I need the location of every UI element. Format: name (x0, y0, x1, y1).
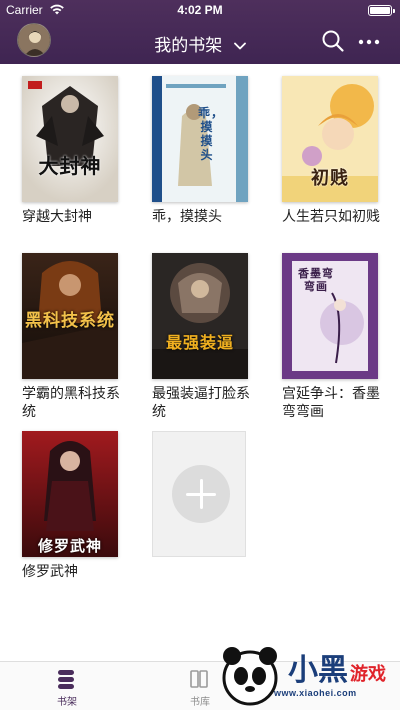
page-title: 我的书架 (154, 36, 223, 56)
book-title: 穿越大封神 (22, 209, 92, 225)
book-cover-art (22, 76, 118, 202)
add-book-button[interactable] (152, 431, 246, 557)
book-title: 修罗武神 (22, 564, 78, 580)
book-cover-title: 黑科技系统 (25, 311, 115, 331)
more-dots-icon[interactable] (357, 32, 381, 52)
book-item[interactable]: 初贱 人生若只如初贱 (282, 76, 380, 226)
book-title: 学霸的黑科技系统 (22, 386, 120, 420)
tab-bookshelf[interactable]: 书架 (0, 662, 134, 710)
book-item[interactable]: 修罗武神 修罗武神 (22, 431, 118, 581)
book-cover-title: 香墨弯弯画 (298, 267, 334, 293)
book-cover-title: 初贱 (311, 168, 349, 189)
book-item[interactable]: 黑科技系统 学霸的黑科技系统 (22, 253, 120, 421)
tab-bar: 书架 书库 (0, 661, 400, 710)
search-icon[interactable] (321, 29, 345, 53)
tab-library[interactable]: 书库 (133, 662, 267, 710)
book-cover: 乖，摸摸头 (152, 76, 248, 202)
status-bar: Carrier 4:02 PM (0, 0, 400, 20)
app-root: Carrier 4:02 PM 我的书架 大封神 穿越大封神 乖，摸摸头 乖，摸… (0, 0, 400, 710)
book-cover: 初贱 (282, 76, 378, 202)
book-cover-title: 修罗武神 (37, 537, 102, 555)
battery-icon (368, 5, 395, 16)
bookshelf-icon (58, 670, 74, 689)
chevron-down-icon (233, 42, 246, 50)
book-cover-title: 大封神 (38, 154, 102, 178)
book-item[interactable]: 大封神 穿越大封神 (22, 76, 118, 226)
book-title: 宫延争斗：香墨弯弯画 (282, 386, 380, 420)
library-icon (190, 670, 208, 688)
book-item[interactable]: 乖，摸摸头 乖，摸摸头 (152, 76, 248, 226)
header: Carrier 4:02 PM 我的书架 (0, 0, 400, 64)
battery-level (370, 7, 390, 14)
book-title: 乖，摸摸头 (152, 209, 222, 225)
tab-label: 书库 (190, 697, 210, 708)
book-cover-title: 最强装逼 (165, 333, 234, 352)
book-cover: 修罗武神 (22, 431, 118, 557)
book-item[interactable]: 香墨弯弯画 宫延争斗：香墨弯弯画 (282, 253, 380, 421)
plus-icon (172, 465, 230, 523)
book-cover: 大封神 (22, 76, 118, 202)
nav-bar: 我的书架 (0, 20, 400, 64)
book-title: 最强装逼打脸系统 (152, 386, 250, 420)
tab-label: 书架 (57, 697, 77, 708)
book-cover: 香墨弯弯画 (282, 253, 378, 379)
book-cover: 最强装逼 (152, 253, 248, 379)
clock: 4:02 PM (177, 3, 223, 17)
book-title: 人生若只如初贱 (282, 209, 380, 225)
book-item[interactable]: 最强装逼 最强装逼打脸系统 (152, 253, 250, 421)
book-cover: 黑科技系统 (22, 253, 118, 379)
book-cover-art (152, 253, 248, 379)
book-cover-title: 乖，摸摸头 (198, 106, 225, 162)
